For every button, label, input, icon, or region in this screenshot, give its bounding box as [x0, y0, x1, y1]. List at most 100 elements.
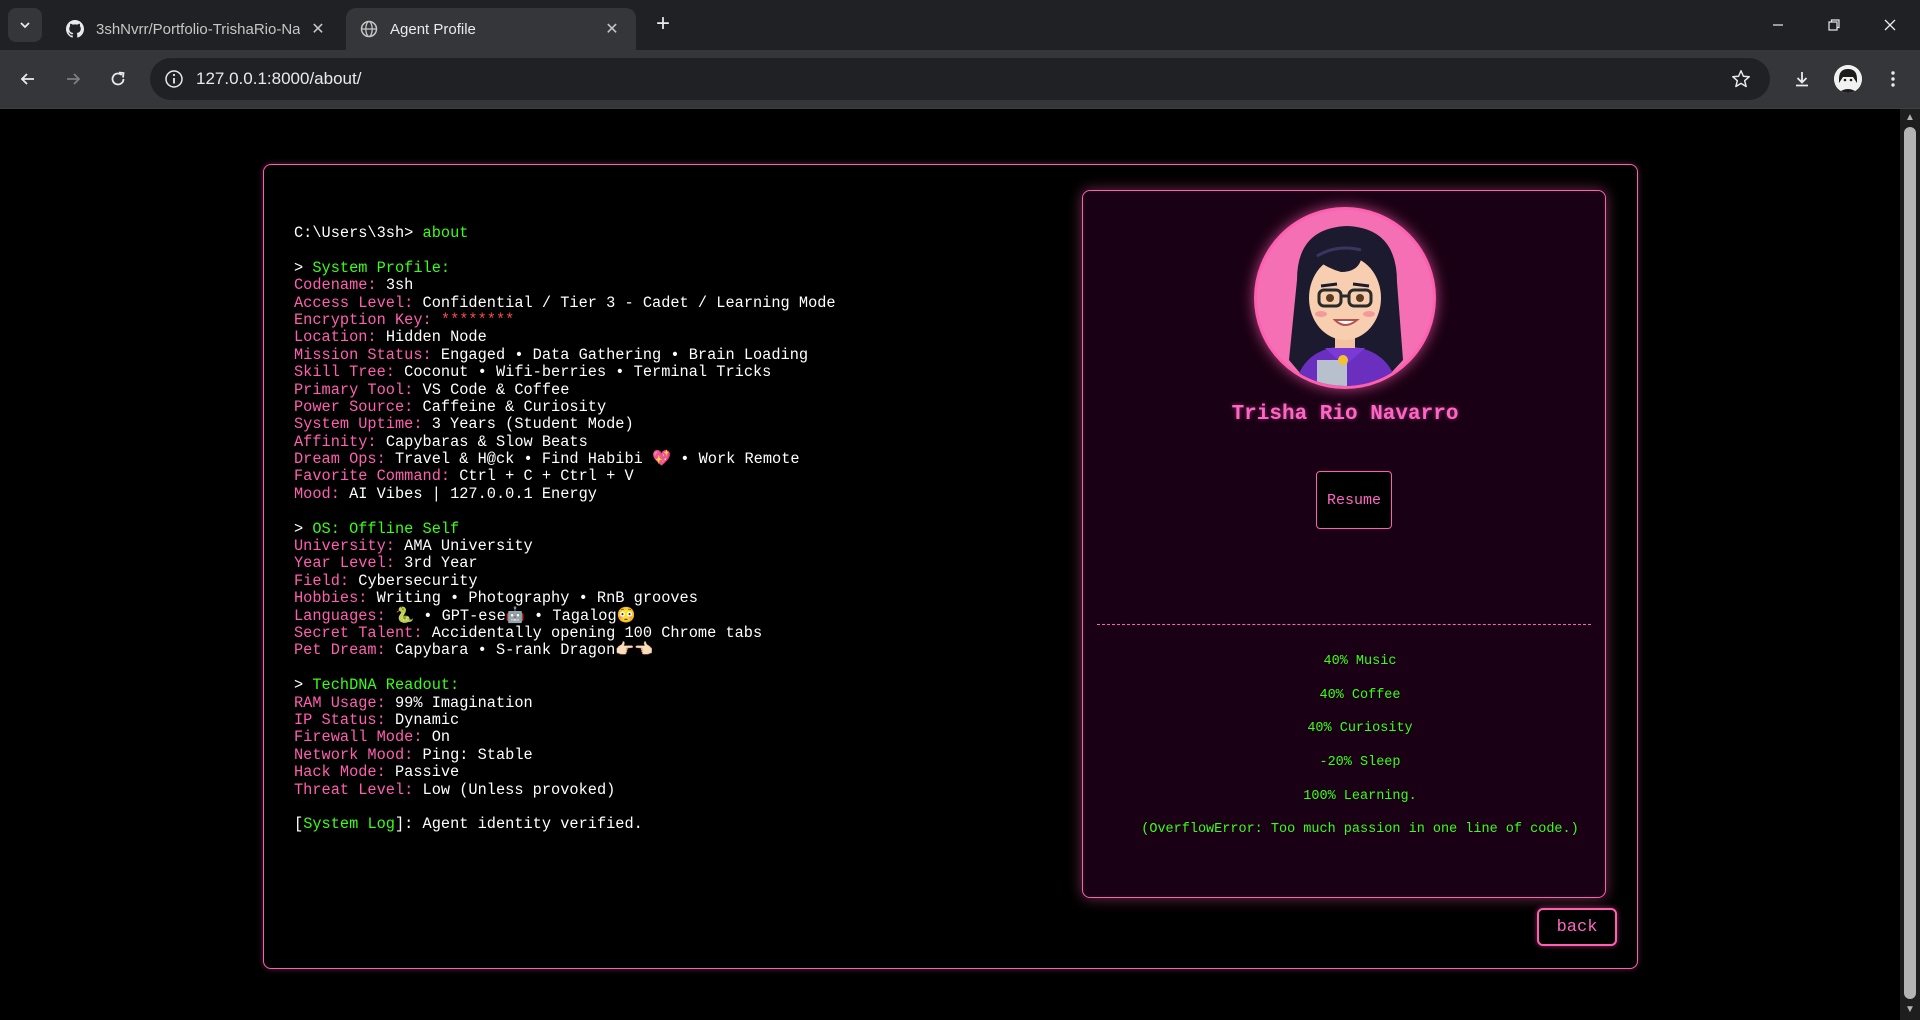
profile-row: Pet Dream: Capybara • S-rank Dragon👉🏻👈🏻 — [294, 642, 1054, 659]
chrome-menu-button[interactable] — [1877, 63, 1909, 95]
reload-button[interactable] — [102, 63, 134, 95]
row-value: Capybaras & Slow Beats — [385, 432, 588, 451]
row-value: Cybersecurity — [358, 571, 478, 590]
row-key: Pet Dream: — [294, 641, 386, 660]
row-value: Capybara • S-rank Dragon👉🏻👈🏻 — [394, 641, 654, 660]
chevron-down-icon — [20, 22, 30, 29]
row-value: VS Code & Coffee — [422, 380, 570, 399]
section-heading-text: TechDNA Readout: — [312, 676, 460, 695]
profile-row: Primary Tool: VS Code & Coffee — [294, 380, 1054, 399]
downloads-button[interactable] — [1786, 63, 1818, 95]
minimize-button[interactable] — [1750, 0, 1806, 50]
scrollbar-thumb[interactable] — [1904, 127, 1916, 999]
stat-line: 40% Music — [1323, 654, 1397, 669]
row-key: Codename: — [294, 276, 377, 295]
profile-row: IP Status: Dynamic — [294, 710, 1054, 729]
profile-row: Mission Status: Engaged • Data Gathering… — [294, 345, 1054, 364]
row-key: Location: — [294, 328, 377, 347]
back-nav-button[interactable] — [12, 63, 44, 95]
bookmark-star-icon[interactable] — [1730, 68, 1752, 90]
arrow-left-icon — [20, 73, 34, 85]
dashed-divider — [1097, 624, 1591, 625]
github-icon — [66, 20, 84, 38]
row-value: Dynamic — [394, 710, 460, 729]
resume-button[interactable]: Resume — [1316, 471, 1392, 529]
avatar — [1254, 207, 1436, 389]
restore-button[interactable] — [1806, 0, 1862, 50]
profile-row: Dream Ops: Travel & H@ck • Find Habibi 💖… — [294, 450, 1054, 469]
profile-row: Mood: AI Vibes | 127.0.0.1 Energy — [294, 485, 1054, 503]
row-value: 3 Years (Student Mode) — [431, 415, 634, 434]
row-key: Secret Talent: — [294, 623, 423, 642]
system-log-message: : Agent identity verified. — [404, 815, 643, 834]
profile-row: System Uptime: 3 Years (Student Mode) — [294, 416, 1054, 433]
restore-icon — [1828, 19, 1840, 31]
row-key: Mission Status: — [294, 345, 432, 364]
stats-list: 40% Music 40% Coffee 40% Curiosity -20% Sle… — [1083, 653, 1637, 855]
profile-row: RAM Usage: 99% Imagination — [294, 694, 1054, 712]
close-icon[interactable]: ✕ — [602, 19, 622, 39]
profile-row: Year Level: 3rd Year — [294, 555, 1054, 572]
row-value: Accidentally opening 100 Chrome tabs — [431, 623, 763, 642]
section-heading: > TechDNA Readout: — [294, 676, 460, 695]
row-key: Languages: — [294, 606, 386, 625]
close-icon[interactable]: ✕ — [308, 19, 328, 39]
address-bar[interactable]: 127.0.0.1:8000/about/ — [150, 58, 1770, 100]
row-key: Encryption Key: — [294, 310, 432, 329]
profile-row: Languages: 🐍 • GPT-ese🤖 • Tagalog😳 — [294, 606, 1054, 625]
scrollbar[interactable]: ▲ ▼ — [1900, 109, 1920, 1020]
forward-nav-button[interactable] — [57, 63, 89, 95]
minimize-icon — [1773, 24, 1783, 26]
scroll-up-icon[interactable]: ▲ — [1904, 112, 1916, 124]
stat-line: 40% Coffee — [1319, 687, 1401, 703]
row-value: Low (Unless provoked) — [422, 780, 616, 799]
profile-row: Network Mood: Ping: Stable — [294, 746, 1054, 764]
back-button[interactable]: back — [1537, 908, 1617, 946]
row-key: Hobbies: — [294, 589, 368, 608]
profile-avatar[interactable] — [1834, 65, 1862, 93]
row-key: Power Source: — [294, 397, 414, 416]
section-heading: > OS: Offline Self — [294, 519, 460, 538]
row-value: Caffeine & Curiosity — [422, 397, 607, 416]
tab-title: 3shNvrr/Portfolio-TrishaRio-Navarro — [96, 20, 300, 38]
window-close-button[interactable] — [1862, 0, 1918, 50]
row-value: Coconut • Wifi-berries • Terminal Tricks — [404, 363, 772, 382]
scroll-down-icon[interactable]: ▼ — [1904, 1004, 1916, 1016]
row-value: Travel & H@ck • Find Habibi 💖 • Work Rem… — [394, 450, 800, 469]
profile-row: Threat Level: Low (Unless provoked) — [294, 780, 1054, 799]
section-heading-text: System Profile: — [312, 258, 451, 277]
row-value: 3sh — [385, 276, 414, 295]
tab-title: Agent Profile — [390, 20, 476, 38]
site-info-icon[interactable] — [164, 69, 184, 89]
profile-row: Affinity: Capybaras & Slow Beats — [294, 432, 1054, 451]
page-viewport: C:\Users\3sh> about > System Profile: Cod… — [0, 109, 1900, 1020]
row-value: Ctrl + C + Ctrl + V — [459, 467, 634, 486]
row-key: Favorite Command: — [294, 467, 451, 486]
row-value: Writing • Photography • RnB grooves — [376, 589, 698, 608]
row-key: Hack Mode: — [294, 763, 386, 782]
system-log-line: [System Log]: Agent identity verified. — [294, 815, 643, 834]
console-output: C:\Users\3sh> about > System Profile: Cod… — [294, 224, 1054, 834]
prompt-line: C:\Users\3sh> about — [294, 224, 1054, 242]
profile-row: Encryption Key: ******** — [294, 310, 1054, 329]
tab-github[interactable]: 3shNvrr/Portfolio-TrishaRio-Navarro ✕ — [52, 8, 342, 50]
row-value: ******** — [440, 310, 515, 329]
row-key: Access Level: — [294, 293, 414, 312]
row-key: Year Level: — [294, 554, 395, 573]
profile-row: University: AMA University — [294, 537, 1054, 556]
tab-search-button[interactable] — [8, 8, 42, 42]
url-text[interactable]: 127.0.0.1:8000/about/ — [196, 69, 361, 89]
download-icon — [1796, 72, 1808, 87]
profile-row: Access Level: Confidential / Tier 3 - Ca… — [294, 293, 1054, 312]
row-value: 3rd Year — [404, 554, 478, 573]
row-value: Hidden Node — [385, 328, 487, 347]
row-key: Dream Ops: — [294, 450, 386, 469]
new-tab-button[interactable]: + — [650, 12, 676, 38]
row-key: University: — [294, 537, 395, 556]
section-heading-text: OS: Offline Self — [312, 519, 460, 538]
reload-icon — [111, 71, 125, 86]
row-key: Skill Tree: — [294, 363, 395, 382]
close-icon — [1884, 19, 1896, 31]
tab-agent-profile[interactable]: Agent Profile ✕ — [346, 8, 636, 50]
terminal-window: C:\Users\3sh> about > System Profile: Cod… — [263, 164, 1638, 969]
